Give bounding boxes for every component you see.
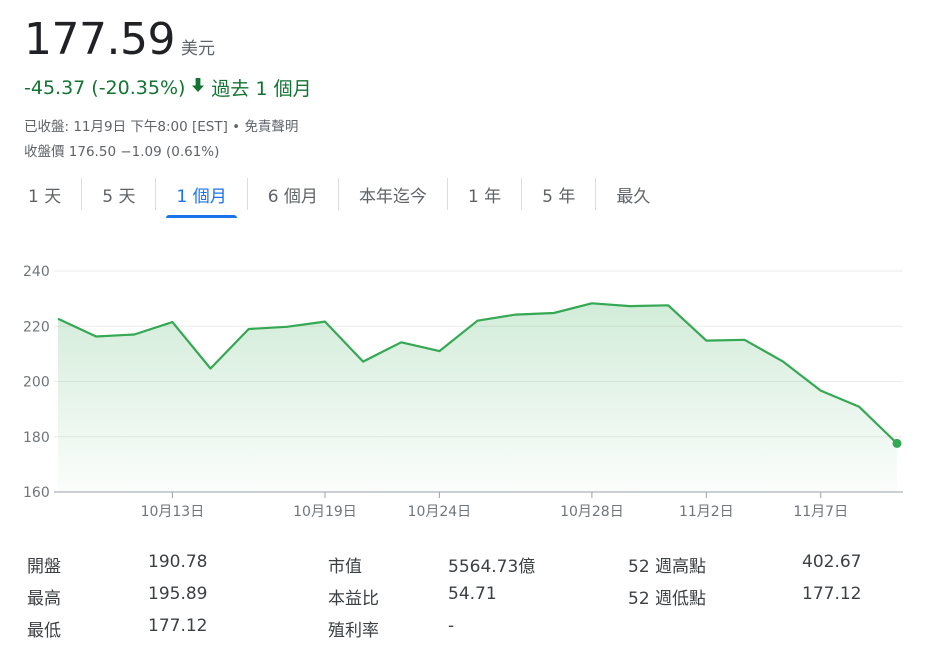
stat-pe-value: 54.71 — [448, 584, 497, 604]
stat-high-label: 最高 — [27, 589, 61, 609]
y-tick-label: 240 — [23, 264, 50, 280]
stat-mktcap-value: 5564.73億 — [448, 557, 536, 577]
price-header: 177.59 美元 — [24, 14, 215, 65]
x-tick-label: 11月7日 — [793, 504, 848, 520]
currency-label: 美元 — [180, 39, 215, 59]
stat-mktcap-label: 市值 — [328, 557, 362, 577]
y-tick-label: 200 — [23, 375, 50, 391]
y-tick-label: 220 — [23, 319, 50, 335]
stat-high-value: 195.89 — [148, 584, 208, 604]
stat-open-value: 190.78 — [148, 552, 208, 572]
price-change-row: -45.37 (-20.35%) 過去 1 個月 — [24, 74, 312, 101]
y-tick-label: 180 — [23, 430, 50, 446]
disclaimer-link[interactable]: 免責聲明 — [244, 119, 298, 135]
price-area — [58, 303, 897, 492]
closing-price-line: 收盤價 176.50 −1.09 (0.61%) — [24, 144, 220, 160]
x-tick-label: 10月19日 — [293, 504, 357, 520]
tab-max[interactable]: 最久 — [596, 178, 670, 214]
stat-52wk-low-value: 177.12 — [802, 584, 862, 604]
stat-52wk-low-label: 52 週低點 — [628, 589, 707, 609]
stat-yield-label: 殖利率 — [328, 621, 379, 641]
x-tick-label: 11月2日 — [679, 504, 734, 520]
stat-open-label: 開盤 — [27, 557, 61, 577]
current-price: 177.59 — [24, 14, 175, 65]
stat-52wk-high-label: 52 週高點 — [628, 557, 707, 577]
tab-1-year[interactable]: 1 年 — [448, 178, 521, 214]
market-status: 已收盤: 11月9日 下午8:00 [EST] • 免責聲明 — [24, 115, 298, 135]
tab-5-days[interactable]: 5 天 — [82, 178, 155, 214]
stat-pe-label: 本益比 — [328, 589, 379, 609]
tab-6-months[interactable]: 6 個月 — [248, 178, 338, 214]
arrow-down-icon — [191, 77, 205, 98]
price-chart[interactable]: 160 180 200 220 240 10月13日 10月19日 10月24日 10月28日 1… — [0, 240, 944, 530]
tab-1-day[interactable]: 1 天 — [8, 178, 81, 214]
x-tick-label: 10月28日 — [560, 504, 624, 520]
last-price-dot — [892, 438, 902, 448]
x-tick-label: 10月24日 — [408, 504, 472, 520]
change-period: 過去 1 個月 — [211, 78, 312, 100]
stat-yield-value: - — [448, 616, 455, 636]
stat-52wk-high-value: 402.67 — [802, 552, 862, 572]
range-tabs: 1 天 5 天 1 個月 6 個月 本年迄今 1 年 5 年 最久 — [8, 178, 670, 218]
market-status-text: 已收盤: 11月9日 下午8:00 [EST] • — [24, 119, 245, 135]
stat-low-value: 177.12 — [148, 616, 208, 636]
tab-5-years[interactable]: 5 年 — [522, 178, 595, 214]
y-tick-label: 160 — [23, 485, 50, 501]
stat-low-label: 最低 — [27, 621, 61, 641]
tab-ytd[interactable]: 本年迄今 — [339, 178, 447, 214]
tab-1-month[interactable]: 1 個月 — [156, 178, 246, 218]
price-change: -45.37 (-20.35%) — [24, 76, 186, 99]
x-tick-label: 10月13日 — [141, 504, 205, 520]
